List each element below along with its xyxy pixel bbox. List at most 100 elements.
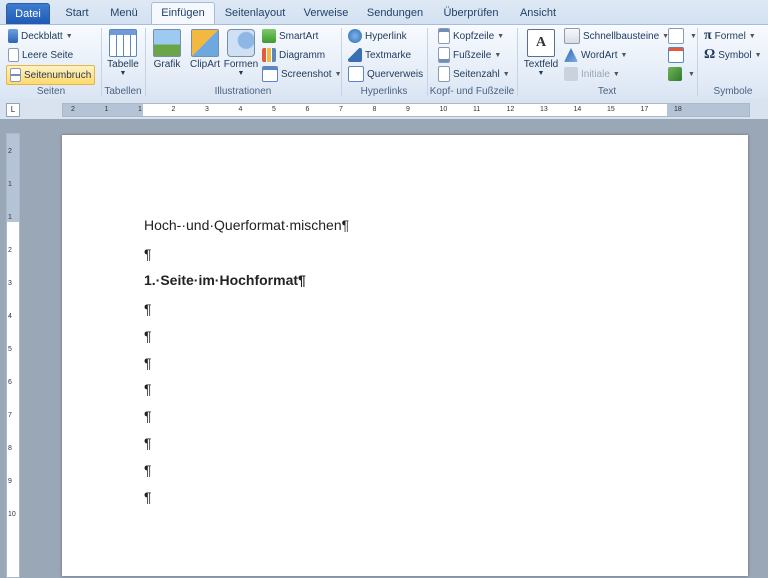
schnellbausteine-button[interactable]: Schnellbausteine ▼	[564, 27, 669, 45]
formel-button[interactable]: π Formel ▼	[704, 27, 756, 45]
seitenzahl-button[interactable]: Seitenzahl ▼	[438, 65, 510, 83]
paragraph-mark[interactable]: ¶	[144, 381, 152, 397]
tab-seitenlayout[interactable]: Seitenlayout	[220, 3, 290, 24]
signature-line-icon	[668, 28, 684, 44]
ruler-number: 14	[573, 106, 582, 113]
textfeld-button[interactable]: A Textfeld ▼	[520, 27, 562, 77]
vertical-ruler-number: 10	[8, 511, 16, 518]
cross-reference-icon	[348, 66, 364, 82]
object-button[interactable]: ▼	[668, 65, 695, 83]
chart-icon	[262, 48, 276, 62]
tab-start[interactable]: Start	[57, 3, 97, 24]
deckblatt-button[interactable]: Deckblatt ▼	[8, 27, 73, 45]
grafik-button[interactable]: Grafik	[148, 27, 186, 70]
group-seiten: Deckblatt ▼ Leere Seite Seitenumbruch Sei…	[2, 25, 100, 99]
ruler-number: 2	[71, 106, 75, 113]
group-label-text: Text	[597, 86, 617, 97]
ruler-number: 8	[372, 106, 377, 113]
textmarke-button[interactable]: Textmarke	[348, 46, 411, 64]
tab-menue[interactable]: Menü	[104, 3, 144, 24]
paragraph-mark[interactable]: ¶	[144, 328, 152, 344]
paragraph-mark[interactable]: ¶	[144, 462, 152, 478]
tab-datei[interactable]: Datei	[6, 3, 50, 25]
initiale-button[interactable]: Initiale ▼	[564, 65, 620, 83]
object-icon	[668, 67, 682, 81]
dropdown-arrow-icon: ▼	[612, 70, 620, 78]
dropdown-arrow-icon: ▼	[502, 70, 510, 78]
ribbon: Deckblatt ▼ Leere Seite Seitenumbruch Sei…	[0, 24, 768, 118]
vertical-ruler[interactable]: 2 1 1 2 3 4 5 6 7 8 9 10	[6, 133, 20, 578]
ruler-row: L 2 1 1 2 3 4 5 6 7 8 9 10 11 12 13 14 15 17 18	[0, 99, 768, 119]
symbol-button[interactable]: Ω Symbol ▼	[704, 46, 762, 64]
ruler-number: 17	[640, 106, 649, 113]
hyperlink-button[interactable]: Hyperlink	[348, 27, 407, 45]
ruler-number: 3	[205, 106, 209, 113]
paragraph-mark[interactable]: ¶	[144, 301, 152, 317]
group-label-illustrationen: Illustrationen	[214, 86, 272, 97]
paragraph-mark[interactable]: ¶	[144, 355, 152, 371]
tab-ueberpruefen[interactable]: Überprüfen	[438, 3, 504, 24]
smartart-button[interactable]: SmartArt	[262, 27, 318, 45]
leere-seite-button[interactable]: Leere Seite	[8, 46, 73, 64]
dropdown-arrow-icon: ▼	[537, 70, 545, 77]
diagramm-button[interactable]: Diagramm	[262, 46, 325, 64]
pi-icon: π	[704, 28, 712, 43]
ruler-number: 9	[406, 106, 410, 113]
formen-button[interactable]: Formen ▼	[222, 27, 260, 77]
paragraph-mark[interactable]: ¶	[144, 246, 152, 262]
vertical-ruler-number: 1	[8, 181, 12, 188]
ribbon-tab-bar: Datei Start Menü Einfügen Seitenlayout V…	[0, 0, 768, 25]
group-label-symbole: Symbole	[713, 86, 753, 97]
dropdown-arrow-icon: ▼	[119, 70, 127, 77]
document-page[interactable]: Hoch-·und·Querformat·mischen¶ ¶ 1.·Seite…	[62, 135, 748, 576]
document-heading-line[interactable]: 1.·Seite·im·Hochformat¶	[144, 272, 306, 288]
page-number-icon	[438, 66, 450, 82]
bookmark-icon	[348, 48, 362, 62]
dropdown-arrow-icon: ▼	[690, 32, 697, 40]
querverweis-button[interactable]: Querverweis	[348, 65, 423, 83]
clipart-button[interactable]: ClipArt	[186, 27, 224, 70]
ruler-number: 7	[339, 106, 343, 113]
quick-parts-icon	[564, 28, 580, 44]
wordart-button[interactable]: WordArt ▼	[564, 46, 627, 64]
fusszeile-button[interactable]: Fußzeile ▼	[438, 46, 501, 64]
dropdown-arrow-icon: ▼	[497, 32, 505, 40]
tab-verweise[interactable]: Verweise	[298, 3, 354, 24]
table-icon	[109, 29, 137, 57]
ruler-number: 1	[104, 106, 109, 113]
seitenumbruch-button[interactable]: Seitenumbruch	[6, 65, 96, 85]
ruler-number: 10	[439, 106, 448, 113]
ruler-number: 15	[607, 106, 615, 113]
clipart-icon	[191, 29, 219, 57]
signature-line-button[interactable]: ▼	[668, 27, 697, 45]
kopfzeile-button[interactable]: Kopfzeile ▼	[438, 27, 504, 45]
vertical-ruler-number: 2	[8, 247, 12, 254]
paragraph-mark[interactable]: ¶	[144, 435, 152, 451]
tab-sendungen[interactable]: Sendungen	[362, 3, 428, 24]
textbox-icon: A	[527, 29, 555, 57]
vertical-ruler-number: 6	[8, 379, 12, 386]
ruler-number: 13	[540, 106, 548, 113]
ruler-number: 11	[473, 106, 481, 113]
shapes-icon	[227, 29, 255, 57]
dropdown-arrow-icon: ▼	[65, 32, 73, 40]
dropdown-arrow-icon: ▼	[237, 70, 245, 77]
tab-ansicht[interactable]: Ansicht	[514, 3, 562, 24]
paragraph-mark[interactable]: ¶	[144, 489, 152, 505]
vertical-ruler-number: 5	[8, 346, 12, 353]
tabelle-button[interactable]: Tabelle ▼	[104, 27, 142, 77]
date-time-button[interactable]	[668, 46, 687, 64]
group-tabellen: Tabelle ▼ Tabellen	[102, 25, 144, 99]
paragraph-mark[interactable]: ¶	[144, 408, 152, 424]
dropdown-arrow-icon: ▼	[748, 32, 756, 40]
group-label-hyperlinks: Hyperlinks	[360, 86, 408, 97]
drop-cap-icon	[564, 67, 578, 81]
tab-einfuegen[interactable]: Einfügen	[151, 2, 215, 25]
document-title-line[interactable]: Hoch-·und·Querformat·mischen¶	[144, 217, 349, 233]
vertical-ruler-number: 4	[8, 313, 12, 320]
ruler-number: 4	[238, 106, 243, 113]
tab-selector-button[interactable]: L	[6, 103, 20, 117]
screenshot-button[interactable]: Screenshot ▼	[262, 65, 342, 83]
horizontal-ruler[interactable]: 2 1 1 2 3 4 5 6 7 8 9 10 11 12 13 14 15 17 18	[62, 103, 750, 117]
vertical-ruler-number: 9	[8, 478, 12, 485]
